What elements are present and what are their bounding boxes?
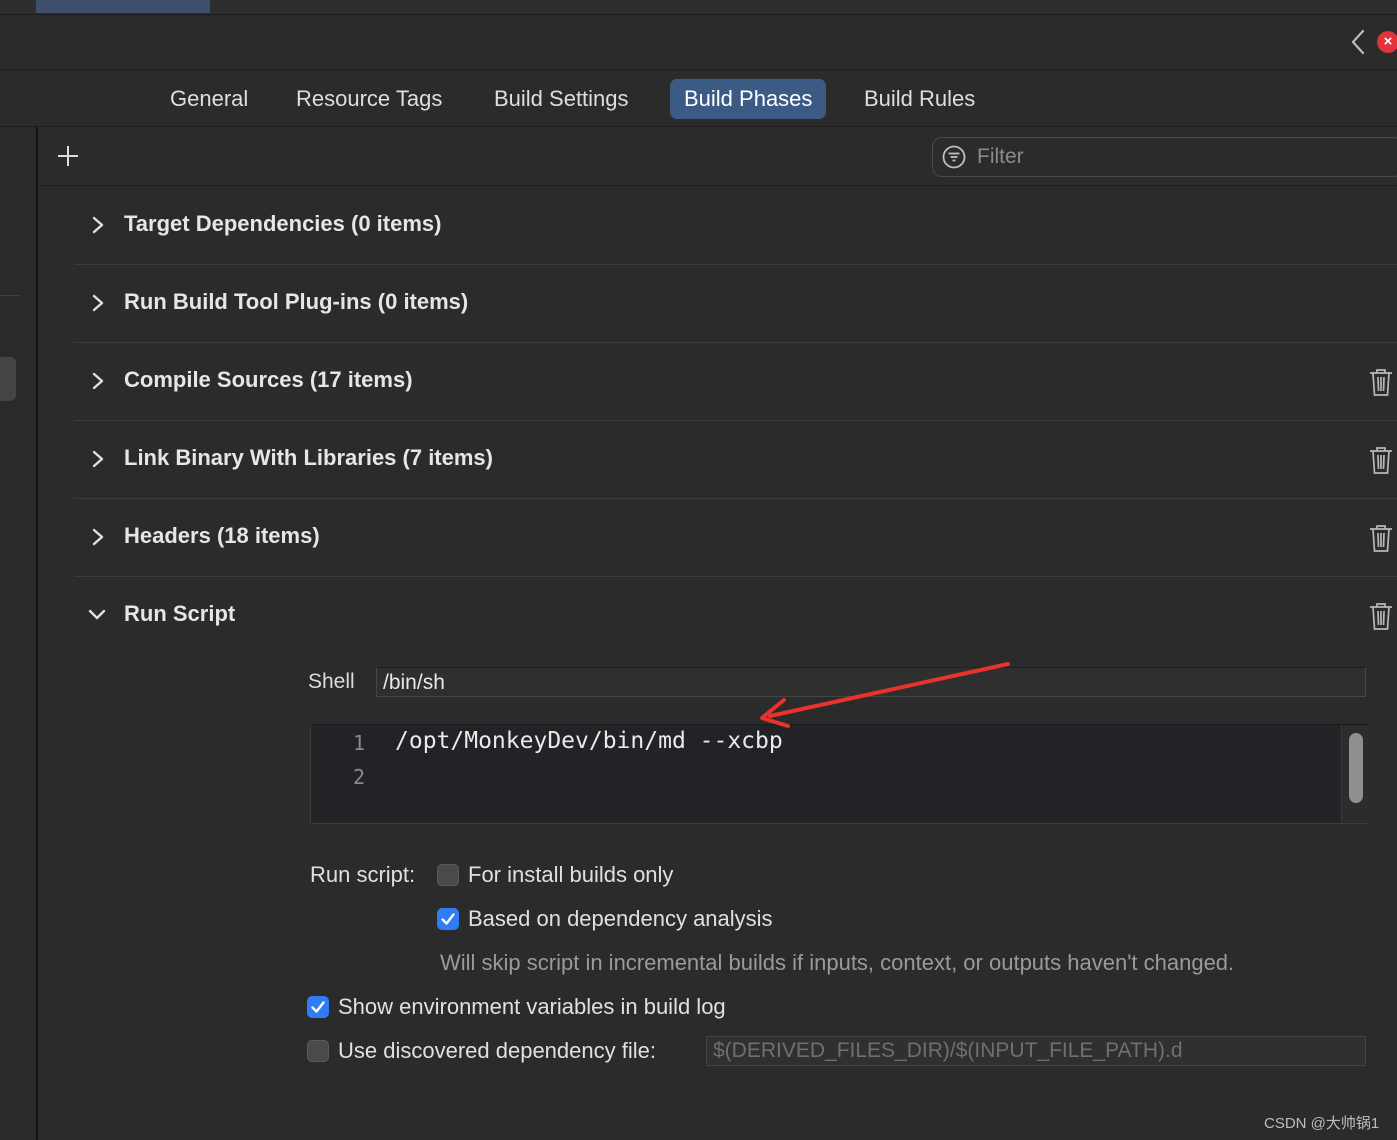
chevron-left-icon[interactable] <box>1347 27 1371 57</box>
run-script-label: Run script: <box>310 862 416 887</box>
add-phase-button[interactable] <box>54 141 82 169</box>
filter-icon <box>942 145 966 169</box>
trash-icon[interactable] <box>1368 367 1394 397</box>
phase-title: Compile Sources (17 items) <box>124 367 413 392</box>
dependency-analysis-note: Will skip script in incremental builds i… <box>440 950 1235 975</box>
tab-general[interactable]: General <box>156 79 262 119</box>
sidebar-selected-item[interactable] <box>0 357 16 401</box>
show-env-vars-checkbox[interactable] <box>307 996 329 1018</box>
phase-headers[interactable]: Headers (18 items) <box>74 499 1397 577</box>
scrollbar-thumb[interactable] <box>1349 733 1363 803</box>
shell-label: Shell <box>308 670 355 693</box>
trash-icon[interactable] <box>1368 523 1394 553</box>
phase-title: Run Script <box>124 601 236 626</box>
window-top-strip <box>0 0 1397 15</box>
tab-build-phases[interactable]: Build Phases <box>670 79 827 119</box>
chevron-down-icon[interactable] <box>86 605 108 625</box>
install-builds-only-checkbox[interactable] <box>437 864 459 886</box>
phase-run-script[interactable]: Run Script <box>74 577 1397 654</box>
install-builds-only-label[interactable]: For install builds only <box>468 862 673 888</box>
dependency-analysis-checkbox[interactable] <box>437 908 459 930</box>
trash-icon[interactable] <box>1368 445 1394 475</box>
use-dependency-file-checkbox[interactable] <box>307 1040 329 1062</box>
phase-title: Headers (18 items) <box>124 523 320 548</box>
watermark: CSDN @大帅锅1 <box>1264 1115 1380 1132</box>
phases-toolbar <box>38 127 1397 186</box>
checkmark-icon <box>311 1001 325 1013</box>
close-icon[interactable]: × <box>1377 31 1397 53</box>
chevron-right-icon[interactable] <box>88 213 108 237</box>
phase-target-dependencies[interactable]: Target Dependencies (0 items) <box>74 187 1397 265</box>
targets-sidebar <box>0 127 38 1140</box>
phase-compile-sources[interactable]: Compile Sources (17 items) <box>74 343 1397 421</box>
editor-scrollbar[interactable] <box>1341 725 1369 823</box>
line-number: 2 <box>352 765 365 789</box>
phase-link-binary[interactable]: Link Binary With Libraries (7 items) <box>74 421 1397 499</box>
checkmark-icon <box>441 913 455 925</box>
phase-run-build-tool-plugins[interactable]: Run Build Tool Plug-ins (0 items) <box>74 265 1397 343</box>
phase-title: Link Binary With Libraries (7 items) <box>124 445 493 470</box>
plus-icon <box>58 146 78 166</box>
tab-build-settings[interactable]: Build Settings <box>480 79 643 119</box>
chevron-right-icon[interactable] <box>88 369 108 393</box>
tab-resource-tags[interactable]: Resource Tags <box>282 79 456 119</box>
filter-field[interactable] <box>932 137 1397 177</box>
tab-bar: General Resource Tags Build Settings Bui… <box>0 70 1397 127</box>
phase-title: Run Build Tool Plug-ins (0 items) <box>124 289 469 314</box>
tab-build-rules[interactable]: Build Rules <box>850 79 989 119</box>
code-line[interactable]: /opt/MonkeyDev/bin/md --xcbp <box>395 728 783 754</box>
dependency-analysis-label[interactable]: Based on dependency analysis <box>468 906 773 932</box>
annotation-arrow <box>760 662 1010 728</box>
chevron-right-icon[interactable] <box>88 447 108 471</box>
chevron-right-icon[interactable] <box>88 525 108 549</box>
editor-header: × <box>0 15 1397 70</box>
show-env-vars-label[interactable]: Show environment variables in build log <box>338 994 726 1020</box>
use-dependency-file-label[interactable]: Use discovered dependency file: <box>338 1038 656 1064</box>
phase-title: Target Dependencies (0 items) <box>124 211 442 236</box>
chevron-right-icon[interactable] <box>88 291 108 315</box>
selected-editor-tab[interactable] <box>36 0 210 13</box>
sidebar-divider <box>0 295 20 296</box>
filter-input[interactable] <box>975 141 1379 173</box>
line-number: 1 <box>352 731 365 755</box>
dependency-file-field[interactable]: $(DERIVED_FILES_DIR)/$(INPUT_FILE_PATH).… <box>706 1036 1366 1066</box>
trash-icon[interactable] <box>1368 601 1394 631</box>
